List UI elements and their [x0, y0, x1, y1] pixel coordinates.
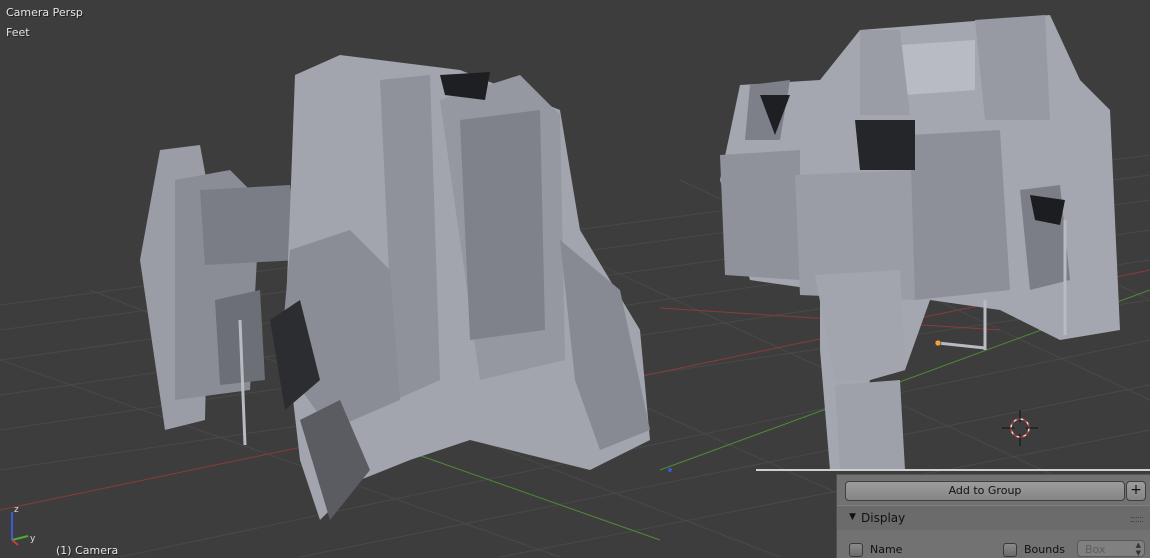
name-checkbox-label: Name: [870, 543, 903, 556]
robot-model-left[interactable]: [140, 55, 650, 520]
view-name-label: Camera Persp: [6, 6, 83, 19]
expand-triangle-icon[interactable]: ▼: [849, 512, 856, 522]
drag-grip-icon[interactable]: [1131, 517, 1143, 522]
3d-cursor-icon[interactable]: [1002, 410, 1038, 446]
properties-panel: Add to Group + ▼ Display Name Bounds Box…: [836, 474, 1150, 558]
units-label: Feet: [6, 26, 30, 39]
object-origin-dot[interactable]: [934, 339, 942, 347]
display-section-title: Display: [861, 511, 906, 525]
plus-icon[interactable]: +: [1126, 481, 1146, 501]
panel-region-edge[interactable]: [756, 469, 1150, 471]
bounds-type-value: Box: [1085, 543, 1106, 556]
robot-model-right[interactable]: [720, 15, 1120, 470]
select-arrows-icon: ▲ ▼: [1135, 541, 1141, 557]
active-object-label: (1) Camera: [56, 544, 119, 557]
display-section-header[interactable]: ▼ Display: [837, 505, 1150, 530]
bounds-checkbox-label: Bounds: [1024, 543, 1065, 556]
bounds-type-select[interactable]: Box ▲ ▼: [1077, 540, 1145, 557]
bounds-checkbox[interactable]: [1003, 543, 1017, 557]
add-to-group-button[interactable]: Add to Group: [845, 481, 1125, 501]
world-origin-marker: [668, 468, 672, 472]
name-checkbox[interactable]: [849, 543, 863, 557]
axis-gizmo-z-label: z: [14, 505, 19, 515]
axis-gizmo-icon: z y: [11, 505, 36, 546]
axis-gizmo-y-label: y: [30, 534, 36, 544]
